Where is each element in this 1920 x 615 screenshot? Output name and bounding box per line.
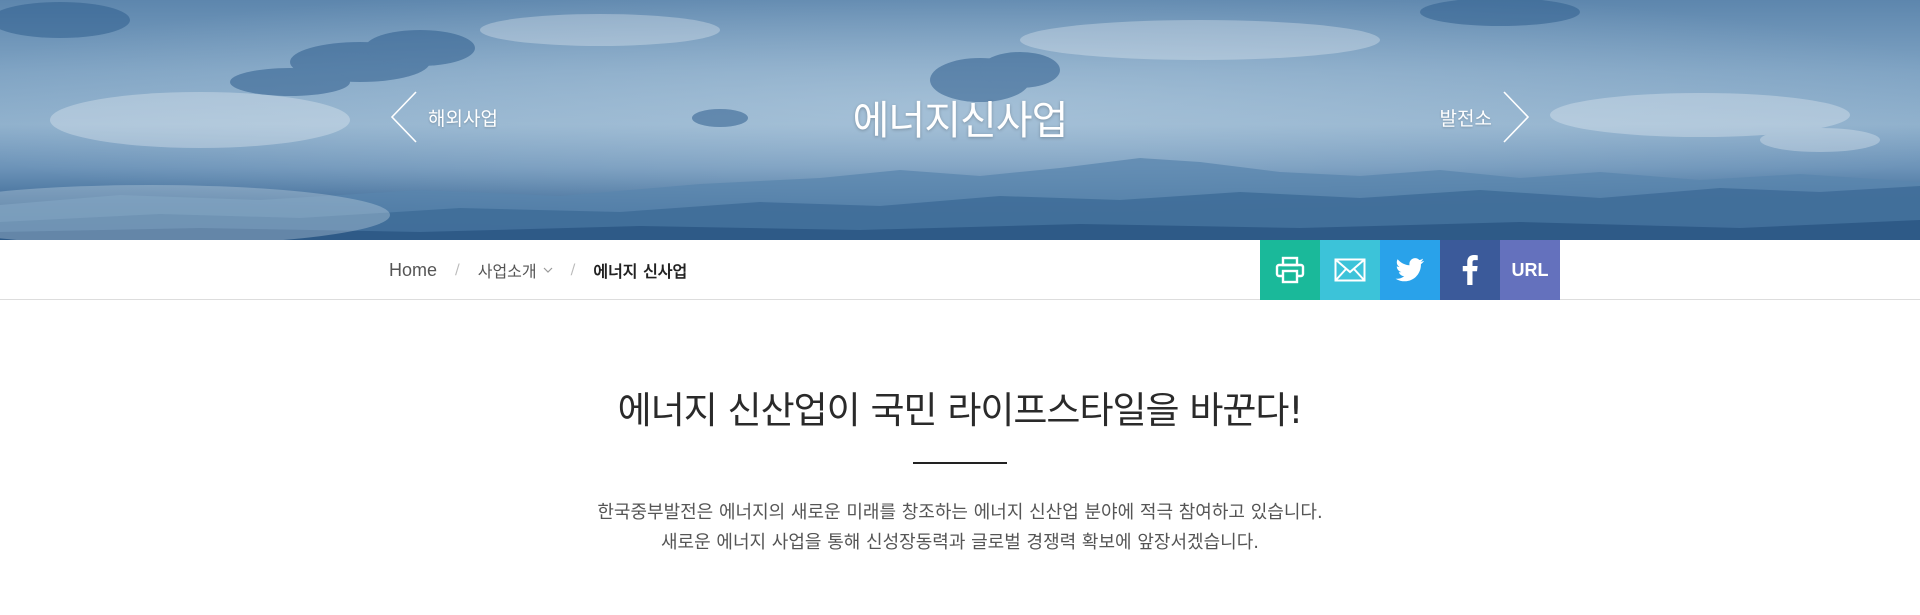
breadcrumb-separator: / (570, 262, 576, 278)
description-line-2: 새로운 에너지 사업을 통해 신성장동력과 글로벌 경쟁력 확보에 앞장서겠습니… (661, 532, 1259, 553)
twitter-icon (1395, 258, 1424, 282)
description-line-1: 한국중부발전은 에너지의 새로운 미래를 창조하는 에너지 신산업 분야에 적극… (597, 502, 1323, 523)
page-title: 에너지신사업 (852, 98, 1069, 144)
chevron-left-icon (390, 91, 417, 143)
breadcrumb-parent-dropdown[interactable]: 사업소개 (478, 258, 553, 282)
prev-page-label: 해외사업 (428, 107, 498, 130)
facebook-share-button[interactable] (1440, 240, 1500, 300)
breadcrumb-home-link[interactable]: Home (389, 260, 437, 281)
email-button[interactable] (1320, 240, 1380, 300)
twitter-share-button[interactable] (1380, 240, 1440, 300)
breadcrumb-parent-label: 사업소개 (477, 262, 537, 281)
next-page-link[interactable]: 발전소 (1440, 90, 1530, 144)
breadcrumb-separator: / (455, 262, 460, 278)
chevron-down-icon (543, 267, 553, 273)
content-description: 한국중부발전은 에너지의 새로운 미래를 창조하는 에너지 신산업 분야에 적극… (0, 498, 1920, 558)
chevron-right-icon (1503, 91, 1530, 143)
share-toolbar: URL (1260, 240, 1560, 300)
prev-page-link[interactable]: 해외사업 (390, 90, 498, 144)
facebook-icon (1462, 255, 1478, 285)
location-bar: Home / 사업소개 / 에너지 신사업 URL (0, 240, 1920, 300)
hero-banner: 에너지신사업 해외사업 발전소 (0, 0, 1920, 240)
print-button[interactable] (1260, 240, 1320, 300)
breadcrumb: Home / 사업소개 / 에너지 신사업 (389, 240, 687, 300)
print-icon (1275, 256, 1305, 284)
copy-url-button[interactable]: URL (1500, 240, 1560, 300)
breadcrumb-current: 에너지 신사업 (593, 262, 688, 281)
mail-icon (1334, 258, 1366, 282)
headline-divider (913, 462, 1007, 464)
next-page-label: 발전소 (1439, 107, 1492, 130)
content-headline: 에너지 신산업이 국민 라이프스타일을 바꾼다! (617, 389, 1304, 432)
